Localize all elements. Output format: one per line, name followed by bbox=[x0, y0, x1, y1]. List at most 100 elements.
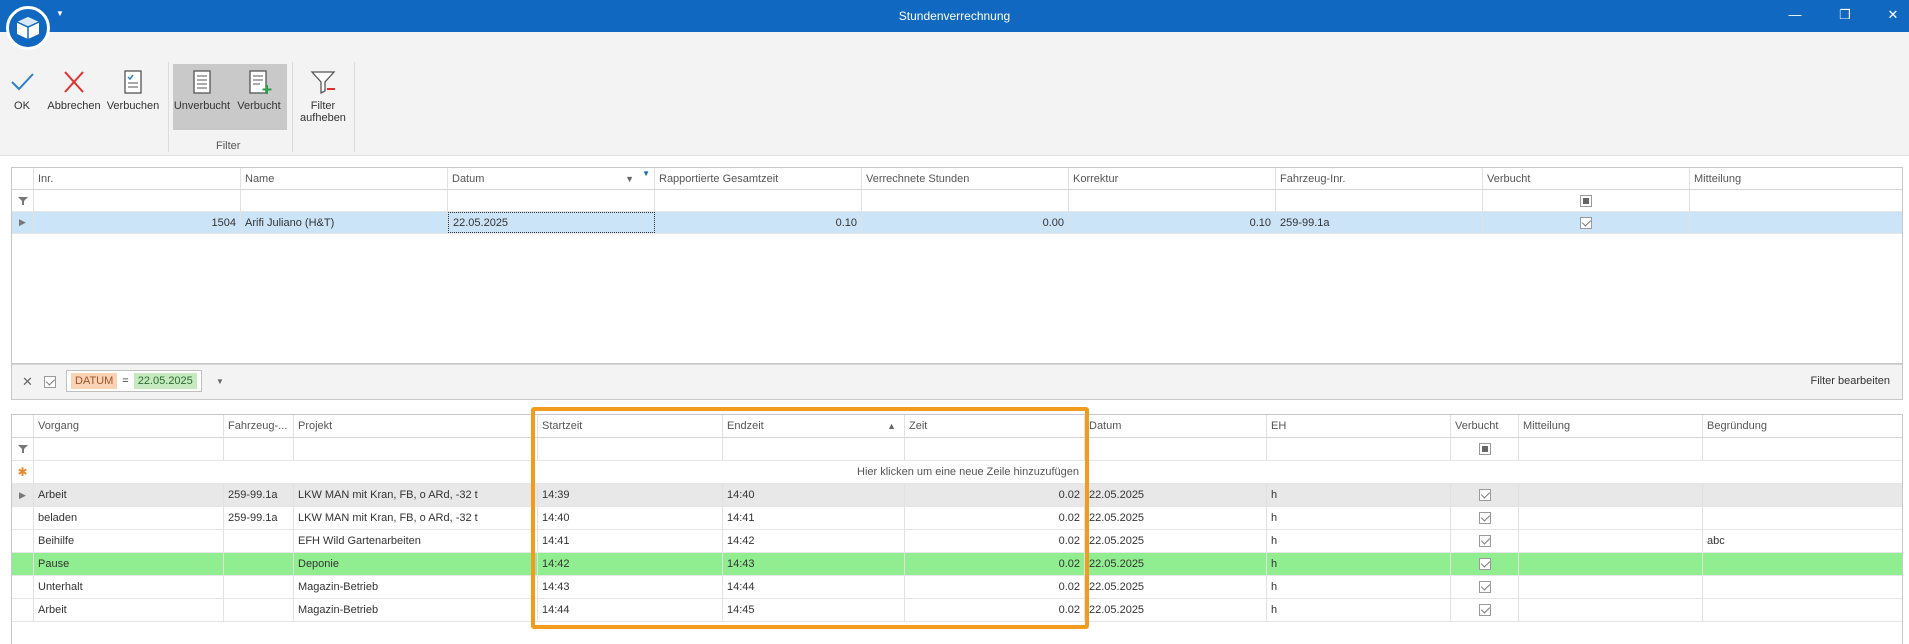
verbucht-button[interactable]: Verbucht bbox=[231, 68, 287, 112]
filter-cell-vorgang[interactable] bbox=[34, 438, 224, 460]
cell-mitteilung[interactable] bbox=[1519, 576, 1703, 598]
column-header-fahrzeug[interactable]: Fahrzeug-... bbox=[224, 415, 294, 437]
column-header-eh[interactable]: EH bbox=[1267, 415, 1451, 437]
filter-mru-dropdown-icon[interactable]: ▼ bbox=[216, 377, 224, 386]
column-header-verbucht[interactable]: Verbucht bbox=[1451, 415, 1519, 437]
unverbucht-button[interactable]: Unverbucht bbox=[173, 68, 231, 112]
app-logo-icon[interactable] bbox=[6, 6, 50, 50]
filter-cell-datum[interactable] bbox=[1085, 438, 1267, 460]
cell-name[interactable]: Arifi Juliano (H&T) bbox=[241, 212, 448, 233]
filter-cell-inr[interactable] bbox=[34, 190, 241, 211]
cell-eh[interactable]: h bbox=[1267, 484, 1451, 506]
filter-cell-eh[interactable] bbox=[1267, 438, 1451, 460]
cell-fahrzeug[interactable] bbox=[224, 530, 294, 552]
cell-verbucht[interactable] bbox=[1451, 599, 1519, 621]
cell-datum[interactable]: 22.05.2025 bbox=[1085, 553, 1267, 575]
verbucht-checkbox[interactable] bbox=[1478, 489, 1491, 501]
cell-fahrzeug[interactable]: 259-99.1a bbox=[224, 484, 294, 506]
verbuchen-button[interactable]: Verbuchen bbox=[106, 68, 160, 130]
table-row[interactable]: Beihilfe EFH Wild Gartenarbeiten 14:41 14:4… bbox=[12, 530, 1902, 553]
cell-end[interactable]: 14:44 bbox=[723, 576, 905, 598]
cell-begruendung[interactable]: abc bbox=[1703, 530, 1902, 552]
cell-begruendung[interactable] bbox=[1703, 484, 1902, 506]
filter-cell-fahrzeug[interactable] bbox=[1276, 190, 1483, 211]
verbucht-checkbox[interactable] bbox=[1478, 581, 1491, 593]
cell-verbucht[interactable] bbox=[1451, 530, 1519, 552]
cell-vorgang[interactable]: Arbeit bbox=[34, 599, 224, 621]
cell-start[interactable]: 14:41 bbox=[538, 530, 723, 552]
cell-verrechnet[interactable]: 0.00 bbox=[862, 212, 1069, 233]
abbrechen-button[interactable]: Abbrechen bbox=[46, 68, 102, 130]
filter-active-icon[interactable]: ▼ bbox=[642, 169, 650, 178]
filter-cell-name[interactable] bbox=[241, 190, 448, 211]
table-row[interactable]: Pause Deponie 14:42 14:43 0.02 22.05.2025 h bbox=[12, 553, 1902, 576]
new-row-hint[interactable]: Hier klicken um eine neue Zeile hinzuzuf… bbox=[34, 461, 1902, 483]
verbucht-checkbox[interactable] bbox=[1478, 512, 1491, 524]
table-row[interactable]: ▶ Arbeit 259-99.1a LKW MAN mit Kran, FB, o … bbox=[12, 484, 1902, 507]
column-header-startzeit[interactable]: Startzeit bbox=[538, 415, 723, 437]
cell-mitteilung[interactable] bbox=[1519, 599, 1703, 621]
edit-filter-link[interactable]: Filter bearbeiten bbox=[1811, 375, 1891, 387]
cell-end[interactable]: 14:40 bbox=[723, 484, 905, 506]
column-header-verbucht[interactable]: Verbucht bbox=[1483, 168, 1690, 189]
cell-mitteilung[interactable] bbox=[1519, 553, 1703, 575]
cell-eh[interactable]: h bbox=[1267, 530, 1451, 552]
cell-vorgang[interactable]: Beihilfe bbox=[34, 530, 224, 552]
filter-cell-zeit[interactable] bbox=[905, 438, 1085, 460]
filter-aufheben-button[interactable]: Filter aufheben bbox=[298, 68, 348, 138]
filter-cell-verbucht[interactable] bbox=[1483, 190, 1690, 211]
verbucht-checkbox[interactable] bbox=[1580, 216, 1592, 229]
cell-start[interactable]: 14:44 bbox=[538, 599, 723, 621]
cell-datum[interactable]: 22.05.2025 bbox=[1085, 576, 1267, 598]
filter-cell-gesamtzeit[interactable] bbox=[655, 190, 862, 211]
cell-zeit[interactable]: 0.02 bbox=[905, 553, 1085, 575]
cell-end[interactable]: 14:41 bbox=[723, 507, 905, 529]
cell-eh[interactable]: h bbox=[1267, 576, 1451, 598]
column-header-fahrzeug[interactable]: Fahrzeug-Inr. bbox=[1276, 168, 1483, 189]
cell-start[interactable]: 14:39 bbox=[538, 484, 723, 506]
column-header-begruendung[interactable]: Begründung bbox=[1703, 415, 1902, 437]
cell-projekt[interactable]: LKW MAN mit Kran, FB, o ARd, -32 t bbox=[294, 484, 538, 506]
ok-button[interactable]: OK bbox=[6, 68, 38, 130]
cell-fahrzeug[interactable]: 259-99.1a bbox=[1276, 212, 1483, 233]
column-header-vorgang[interactable]: Vorgang bbox=[34, 415, 224, 437]
filter-checkbox[interactable] bbox=[1478, 443, 1491, 455]
filter-cell-datum[interactable] bbox=[448, 190, 655, 211]
filter-cell-startzeit[interactable] bbox=[538, 438, 723, 460]
table-row[interactable]: ▶ 1504 Arifi Juliano (H&T) 22.05.2025 0.… bbox=[12, 212, 1902, 234]
column-header-endzeit[interactable]: Endzeit ▲ bbox=[723, 415, 905, 437]
cell-fahrzeug[interactable] bbox=[224, 553, 294, 575]
column-header-gesamtzeit[interactable]: Rapportierte Gesamtzeit bbox=[655, 168, 862, 189]
cell-projekt[interactable]: Magazin-Betrieb bbox=[294, 599, 538, 621]
new-item-row[interactable]: ✱ Hier klicken um eine neue Zeile hinzuz… bbox=[12, 461, 1902, 484]
cell-datum[interactable]: 22.05.2025 bbox=[1085, 530, 1267, 552]
filter-cell-begruendung[interactable] bbox=[1703, 438, 1902, 460]
column-header-verrechnet[interactable]: Verrechnete Stunden bbox=[862, 168, 1069, 189]
cell-mitteilung[interactable] bbox=[1690, 212, 1902, 233]
minimize-button[interactable]: — bbox=[1784, 6, 1806, 24]
restore-button[interactable]: ❐ bbox=[1834, 6, 1856, 24]
cell-zeit[interactable]: 0.02 bbox=[905, 530, 1085, 552]
cell-projekt[interactable]: LKW MAN mit Kran, FB, o ARd, -32 t bbox=[294, 507, 538, 529]
cell-datum[interactable]: 22.05.2025 bbox=[1085, 507, 1267, 529]
cell-gesamtzeit[interactable]: 0.10 bbox=[655, 212, 862, 233]
cell-inr[interactable]: 1504 bbox=[34, 212, 241, 233]
cell-datum[interactable]: 22.05.2025 bbox=[1085, 484, 1267, 506]
clear-filter-icon[interactable]: ✕ bbox=[22, 374, 33, 390]
verbucht-checkbox[interactable] bbox=[1478, 558, 1491, 570]
column-header-korrektur[interactable]: Korrektur bbox=[1069, 168, 1276, 189]
cell-verbucht[interactable] bbox=[1451, 576, 1519, 598]
cell-zeit[interactable]: 0.02 bbox=[905, 599, 1085, 621]
cell-vorgang[interactable]: beladen bbox=[34, 507, 224, 529]
column-header-mitteilung[interactable]: Mitteilung bbox=[1519, 415, 1703, 437]
cell-datum[interactable]: 22.05.2025 bbox=[1085, 599, 1267, 621]
cell-start[interactable]: 14:40 bbox=[538, 507, 723, 529]
filter-cell-mitteilung[interactable] bbox=[1690, 190, 1902, 211]
cell-verbucht[interactable] bbox=[1451, 484, 1519, 506]
cell-fahrzeug[interactable] bbox=[224, 599, 294, 621]
cell-zeit[interactable]: 0.02 bbox=[905, 576, 1085, 598]
cell-verbucht[interactable] bbox=[1451, 507, 1519, 529]
column-header-inr[interactable]: Inr. bbox=[34, 168, 241, 189]
cell-mitteilung[interactable] bbox=[1519, 507, 1703, 529]
cell-zeit[interactable]: 0.02 bbox=[905, 507, 1085, 529]
